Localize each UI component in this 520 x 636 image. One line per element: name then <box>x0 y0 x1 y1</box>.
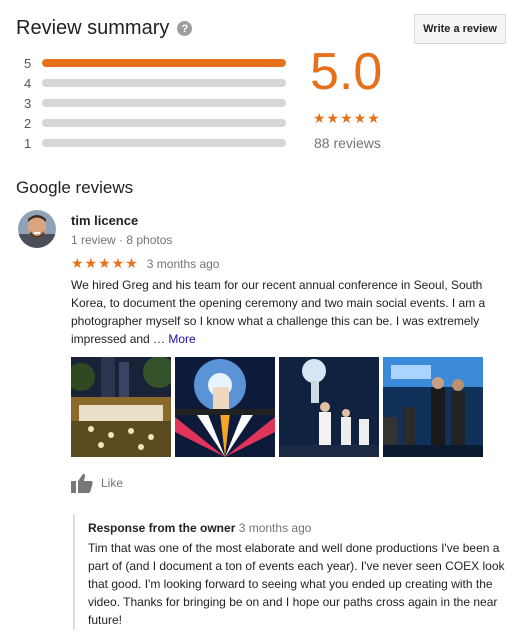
rating-row-2[interactable]: 2 <box>24 113 286 133</box>
rating-bar-track <box>42 79 286 87</box>
rating-bar-fill <box>42 59 286 67</box>
rating-row-3[interactable]: 3 <box>24 93 286 113</box>
owner-response-header: Response from the owner 3 months ago <box>88 521 511 535</box>
review-photo-image <box>383 357 483 457</box>
review-photo-image <box>71 357 171 457</box>
reviewer-meta: 1 review · 8 photos <box>71 233 173 247</box>
review-photo-1[interactable] <box>71 357 171 457</box>
like-label: Like <box>101 476 124 490</box>
rating-label: 3 <box>24 95 32 111</box>
owner-response: Response from the owner 3 months ago Tim… <box>73 514 511 630</box>
rating-bar-track <box>42 59 286 67</box>
review-photo-image <box>175 357 275 457</box>
rating-label: 1 <box>24 135 32 151</box>
review-stars-icon: ★★★★★ <box>71 255 139 271</box>
more-link[interactable]: More <box>168 332 195 346</box>
review-count-link[interactable]: 88 reviews <box>314 135 381 151</box>
rating-label: 2 <box>24 115 32 131</box>
average-rating: 5.0 <box>310 43 383 101</box>
review-rating-row: ★★★★★ 3 months ago <box>71 255 219 272</box>
review-date: 3 months ago <box>146 256 220 271</box>
review-photos <box>71 357 483 457</box>
owner-response-text: Tim that was one of the most elaborate a… <box>88 541 505 627</box>
review-photo-2[interactable] <box>175 357 275 457</box>
rating-label: 5 <box>24 55 32 71</box>
review-photo-4[interactable] <box>383 357 483 457</box>
rating-bar-track <box>42 119 286 127</box>
review-photo-3[interactable] <box>279 357 379 457</box>
write-review-button[interactable]: Write a review <box>414 14 506 44</box>
avatar-photo <box>18 210 56 248</box>
review-text: We hired Greg and his team for our recen… <box>71 276 511 348</box>
rating-bar-track <box>42 139 286 147</box>
review-summary-title: Review summary ? <box>16 17 193 40</box>
rating-row-5[interactable]: 5 <box>24 53 286 73</box>
rating-row-4[interactable]: 4 <box>24 73 286 93</box>
reviewer-avatar[interactable] <box>18 210 56 248</box>
review-summary-title-text: Review summary <box>16 17 170 39</box>
like-button[interactable]: Like <box>71 473 123 493</box>
rating-distribution: 5 4 3 2 1 <box>24 53 286 153</box>
owner-response-date: 3 months ago <box>238 521 312 535</box>
reviewer-name[interactable]: tim licence <box>71 213 138 228</box>
help-icon[interactable]: ? <box>177 21 193 36</box>
rating-label: 4 <box>24 75 32 91</box>
rating-bar-track <box>42 99 286 107</box>
thumbs-up-icon <box>71 473 93 493</box>
average-stars-icon: ★★★★★ <box>313 110 381 126</box>
owner-response-label: Response from the owner <box>88 521 236 535</box>
google-reviews-title: Google reviews <box>16 178 134 197</box>
review-photo-image <box>279 357 379 457</box>
rating-row-1[interactable]: 1 <box>24 133 286 153</box>
review-body: We hired Greg and his team for our recen… <box>71 278 486 346</box>
